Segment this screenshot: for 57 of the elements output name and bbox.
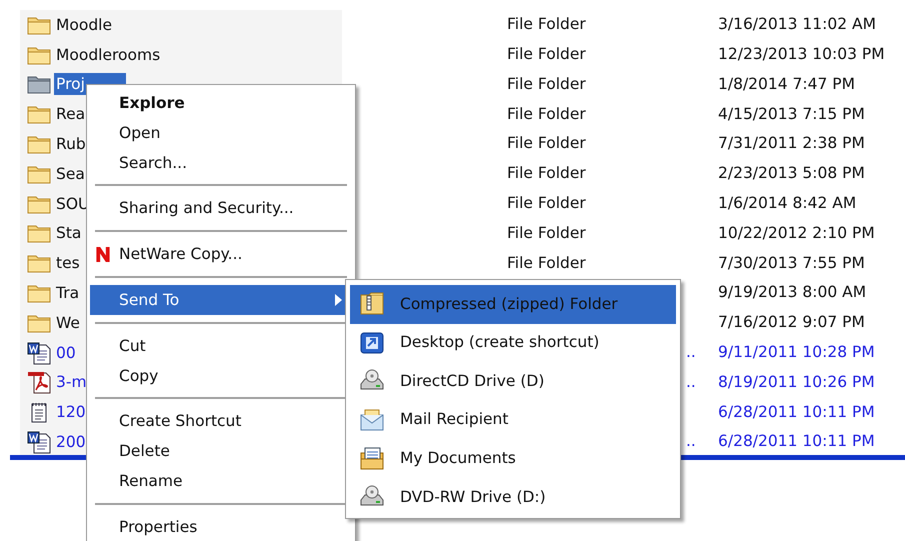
word-document-icon [26,340,52,365]
file-type: File Folder [507,104,587,125]
date-modified: 9/19/2013 8:00 AM [718,282,866,304]
menu-item[interactable]: Open [90,118,352,148]
menu-item[interactable]: DirectCD Drive (D) [350,362,676,401]
file-type: File Folder [507,74,587,95]
date-modified: 7/30/2013 7:55 PM [718,252,865,274]
file-type: File Folder [507,163,587,184]
date-modified: 1/6/2014 8:42 AM [718,193,856,214]
pdf-document-icon [26,370,52,394]
menu-item[interactable]: Mail Recipient [350,400,676,440]
menu-item[interactable]: My Documents [350,439,676,478]
file-name[interactable]: 120 [54,401,88,424]
file-name[interactable]: 200 [54,431,88,454]
menu-item[interactable]: Explore [90,88,352,118]
file-type: File Folder [507,193,587,214]
date-modified: 2/23/2013 5:08 PM [718,163,865,184]
file-name[interactable]: Moodlerooms [54,44,162,66]
menu-item[interactable]: Compressed (zipped) Folder [350,285,676,324]
file-type: File Folder [507,14,587,36]
menu-item[interactable]: DVD-RW Drive (D:) [350,478,676,517]
file-name[interactable]: Rea [54,103,88,126]
date-modified: 1/8/2014 7:47 PM [718,74,855,95]
menu-item[interactable]: Desktop (create shortcut) [350,324,676,362]
date-modified: 7/31/2011 2:38 PM [718,133,865,154]
file-type: File Folder [507,222,587,244]
file-name[interactable]: Tra [54,282,82,304]
file-name[interactable]: tes [54,252,82,274]
date-modified: 8/19/2011 10:26 PM [718,372,875,393]
menu-item[interactable]: Sharing and Security... [90,193,352,224]
file-name[interactable]: Sta [54,222,84,244]
date-modified: 7/16/2012 9:07 PM [718,312,865,334]
file-type: File Folder [507,133,587,154]
date-modified: 3/16/2013 11:02 AM [718,14,876,36]
menu-item[interactable]: Properties [90,512,352,541]
date-modified: 6/28/2011 10:11 PM [718,431,875,452]
file-name[interactable]: 00 [54,342,78,364]
n-logo-icon [95,246,111,264]
menu-item[interactable]: Search... [90,148,352,178]
file-name[interactable]: Moodle [54,14,114,36]
file-name[interactable]: 3-m [54,371,89,394]
file-type: .. [686,342,696,364]
menu-item[interactable]: Rename [90,466,352,496]
file-type: File Folder [507,252,587,274]
file-type: .. [686,431,696,452]
caret-icon [335,294,342,306]
file-type: .. [686,372,696,393]
file-name[interactable]: Rub [54,133,88,156]
date-modified: 9/11/2011 10:28 PM [718,342,875,364]
date-modified: 6/28/2011 10:11 PM [718,402,875,423]
date-modified: 12/23/2013 10:03 PM [718,44,885,66]
menu-item[interactable]: NetWare Copy... [90,239,352,269]
file-name[interactable]: We [54,312,82,334]
file-type: File Folder [507,44,587,66]
date-modified: 10/22/2012 2:10 PM [718,222,875,244]
date-modified: 4/15/2013 7:15 PM [718,104,865,125]
file-name[interactable]: Sea [54,162,87,185]
